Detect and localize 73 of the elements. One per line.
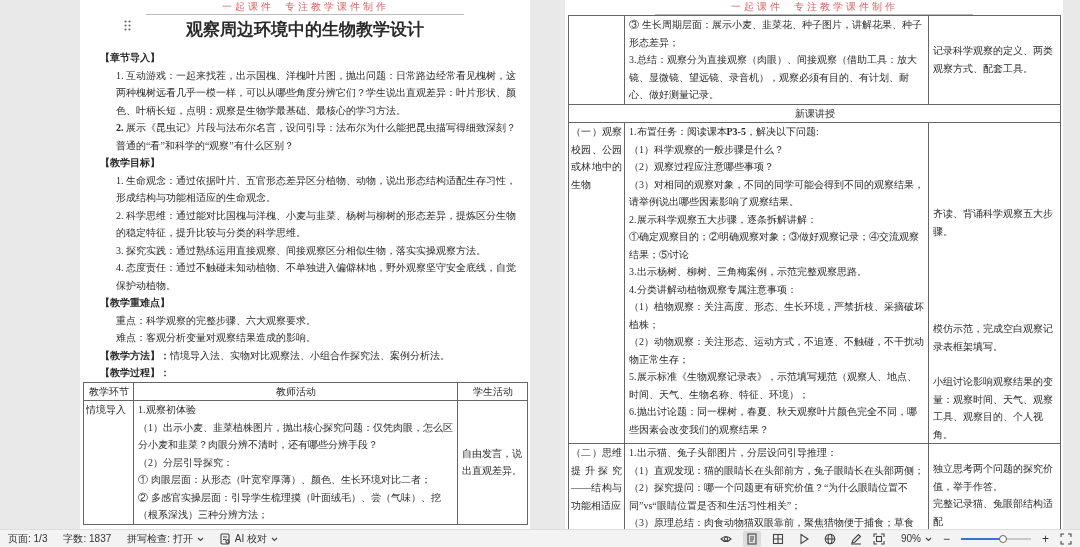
cell-text: （3）对相同的观察对象，不同的同学可能会得到不同的观察结果，请举例说出哪些因素影响了观察结果。 <box>629 177 924 209</box>
table-cell: （一）观察校园、公园或林地中的生物 <box>568 122 625 444</box>
column-header: 教学环节 <box>83 382 134 401</box>
cell-text: （1）出示小麦、韭菜植株图片，抛出核心探究问题：仅凭肉眼，怎么区分小麦和韭菜？肉眼分辨不清时，还有哪些分辨手段？ <box>138 420 453 452</box>
cell-text: （1）植物观察：关注高度、形态、生长环境，严禁折枝、采摘破坏植株； <box>629 300 924 332</box>
cell-text: 5.展示标准《生物观察记录表》，示范填写规范（观察人、地点、时间、天气、生物名称、特征、环境）； <box>629 370 918 402</box>
caret-icon <box>196 535 204 542</box>
cell-text: 4.分类讲解动植物观察专属注意事项： <box>629 282 798 297</box>
zoom-slider[interactable] <box>961 537 1031 540</box>
cell-text: （2）动物观察：关注形态、运动方式，不追逐、不触碰，不干扰动物正常生存； <box>629 335 924 367</box>
cell-text: 齐读、背诵科学观察五大步骤。 <box>933 207 1054 239</box>
drag-handle-icon[interactable] <box>124 20 131 31</box>
cell-text: 2.展示科学观察五大步骤，逐条拆解讲解： <box>629 212 818 227</box>
slider-thumb[interactable] <box>999 534 1007 543</box>
ai-check-button[interactable]: AI 校对 <box>234 530 268 547</box>
cell-text: 模仿示范，完成空白观察记录表框架填写。 <box>933 322 1054 354</box>
paragraph: 【教学方法】：情境导入法、实物对比观察法、小组合作探究法、案例分析法。 <box>100 348 451 363</box>
section-header: 新课讲授 <box>568 104 1061 123</box>
cell-text: 自由发言，说出直观差异。 <box>462 446 523 479</box>
paragraph: 2. 科学思维：通过能对比国槐与洋槐、小麦与韭菜、杨树与柳树的形态差异，提炼区分生物的稳定特征，提升比较与分类的科学思维。 <box>115 208 517 240</box>
paragraph: 难点：客观分析变量对观察结果造成的影响。 <box>115 331 317 345</box>
page-icon <box>745 532 758 545</box>
cell-text: 3.总结：观察分为直接观察（肉眼）、间接观察（借助工具：放大镜、显微镜、望远镜、录音机），观察必须有目的、有计划、耐心、做好测量记录。 <box>629 53 918 102</box>
fullscreen-icon[interactable] <box>1060 532 1072 545</box>
paragraph: 2. 展示《昆虫记》片段与法布尔名言，设问引导：法布尔为什么能把昆虫描写得细致深刻？普通的“看”和科学的“观察”有什么区别？ <box>115 121 517 153</box>
cell-text: 1.观察初体验 <box>138 403 197 417</box>
globe-icon <box>823 532 836 545</box>
cell-text: ①确定观察目的；②明确观察对象；③做好观察记录；④交流观察结果；⑤讨论 <box>629 230 920 262</box>
caret-icon <box>271 535 279 542</box>
cell-text: 完整记录猫、兔眼部结构适配 <box>933 497 1054 529</box>
cell-text: （2）分层引导探究： <box>138 455 234 470</box>
cell-text: （1）科学观察的一般步骤是什么？ <box>629 142 785 157</box>
play-icon <box>797 532 810 545</box>
section-heading: 【教学目标】 <box>100 156 161 170</box>
page-count: 页面: 1/3 <box>8 532 48 546</box>
document-title: 观察周边环境中的生物教学设计 <box>186 19 424 41</box>
cell-text: ① 肉眼层面：从形态（叶宽窄厚薄）、颜色、生长环境对比二者； <box>138 473 432 487</box>
zoom-level-dropdown[interactable]: 90% <box>900 530 921 547</box>
paragraph: 重点：科学观察的完整步骤、六大观察要求。 <box>115 313 317 328</box>
word-count: 字数: 1837 <box>63 532 112 546</box>
pen-icon <box>849 532 862 545</box>
column-header: 教师活动 <box>133 382 458 401</box>
cell-text: 记录科学观察的定义、两类观察方式、配套工具。 <box>933 44 1054 76</box>
paragraph: 【教学过程】： <box>100 366 171 380</box>
paragraph: 3. 探究实践：通过熟练运用直接观察、间接观察区分相似生物，落实实操观察方法。 <box>115 243 487 258</box>
zoom-in-button[interactable]: + <box>1039 530 1052 547</box>
fit-page-icon[interactable] <box>872 532 885 545</box>
cell-text: 3.出示杨树、柳树、三角梅案例，示范完整观察思路。 <box>629 265 868 279</box>
cell-text: 6.抛出讨论题：同一棵树，春夏、秋天观察叶片颜色完全不同，哪些因素会改变我们的观察结果？ <box>629 405 918 437</box>
caret-icon <box>924 535 932 542</box>
section-heading: 【章节导入】 <box>100 51 161 65</box>
section-heading: 【教学重难点】 <box>100 296 171 310</box>
cell-text: 1.出示猫、兔子头部图片，分层设问引导推理： <box>629 446 838 460</box>
cell-text: 1.布置任务：阅读课本P3-5，解决以下问题: <box>629 125 820 139</box>
zoom-out-button[interactable]: − <box>939 530 953 547</box>
paragraph: 4. 态度责任：通过不触碰未知动植物、不单独进入偏僻林地，野外观察坚守安全底线，自觉保护动植物。 <box>115 261 517 293</box>
page-header: 一起课件 专注教学课件制作 <box>655 0 973 15</box>
cell-text: 独立思考两个问题的探究价值，举手作答。 <box>933 462 1054 494</box>
cell-text: （1）直观发现：猫的眼睛长在头部前方，兔子眼睛长在头部两侧； <box>629 463 924 478</box>
cell-text: 小组讨论影响观察结果的变量：观察时间、天气、观察工具、观察目的、个人视角。 <box>933 375 1054 442</box>
cell-text: （2）观察过程应注意哪些事项？ <box>629 160 775 174</box>
cell-text: （3）原理总结：肉食动物猫双眼靠前，聚焦猎物便于捕食；草食 <box>629 516 915 529</box>
spell-check-toggle[interactable]: 拼写检查: 打开 <box>127 530 193 547</box>
document-check-icon <box>219 532 231 545</box>
cell-text: （2）探究提问：哪一个问题更有研究价值？“为什么眼睛位置不同”vs“眼睛位置是否和生活习性相关”； <box>629 481 910 513</box>
table-cell: 情境导入 <box>83 400 134 524</box>
cell-text: ② 多感官实操层面：引导学生梳理摸（叶面绒毛）、尝（气味）、挖（根系深浅）三种分辨方法； <box>138 490 442 522</box>
page-header: 一起课件 专注教学课件制作 <box>146 0 464 15</box>
layout-icon <box>771 532 784 545</box>
column-header: 学生活动 <box>457 382 528 401</box>
paragraph: 1. 互动游戏：一起来找茬，出示国槐、洋槐叶片图，抛出问题：日常路边经常看见槐树，这两种槐树远看几乎一模一样，可以从哪些角度分辨它们？学生说出直观差异：叶片形状、颜色、叶柄长短，点明：观察是生物学最基础、最核心的学习方法。 <box>115 68 517 118</box>
paragraph: 1. 生命观念：通过依据叶片、五官形态差异区分植物、动物，说出形态结构适配生存习性，形成结构与功能相适应的生命观念。 <box>115 173 517 205</box>
cell-text: ③ 生长周期层面：展示小麦、韭菜花、种子图片，讲解花果、种子形态差异； <box>629 18 923 50</box>
